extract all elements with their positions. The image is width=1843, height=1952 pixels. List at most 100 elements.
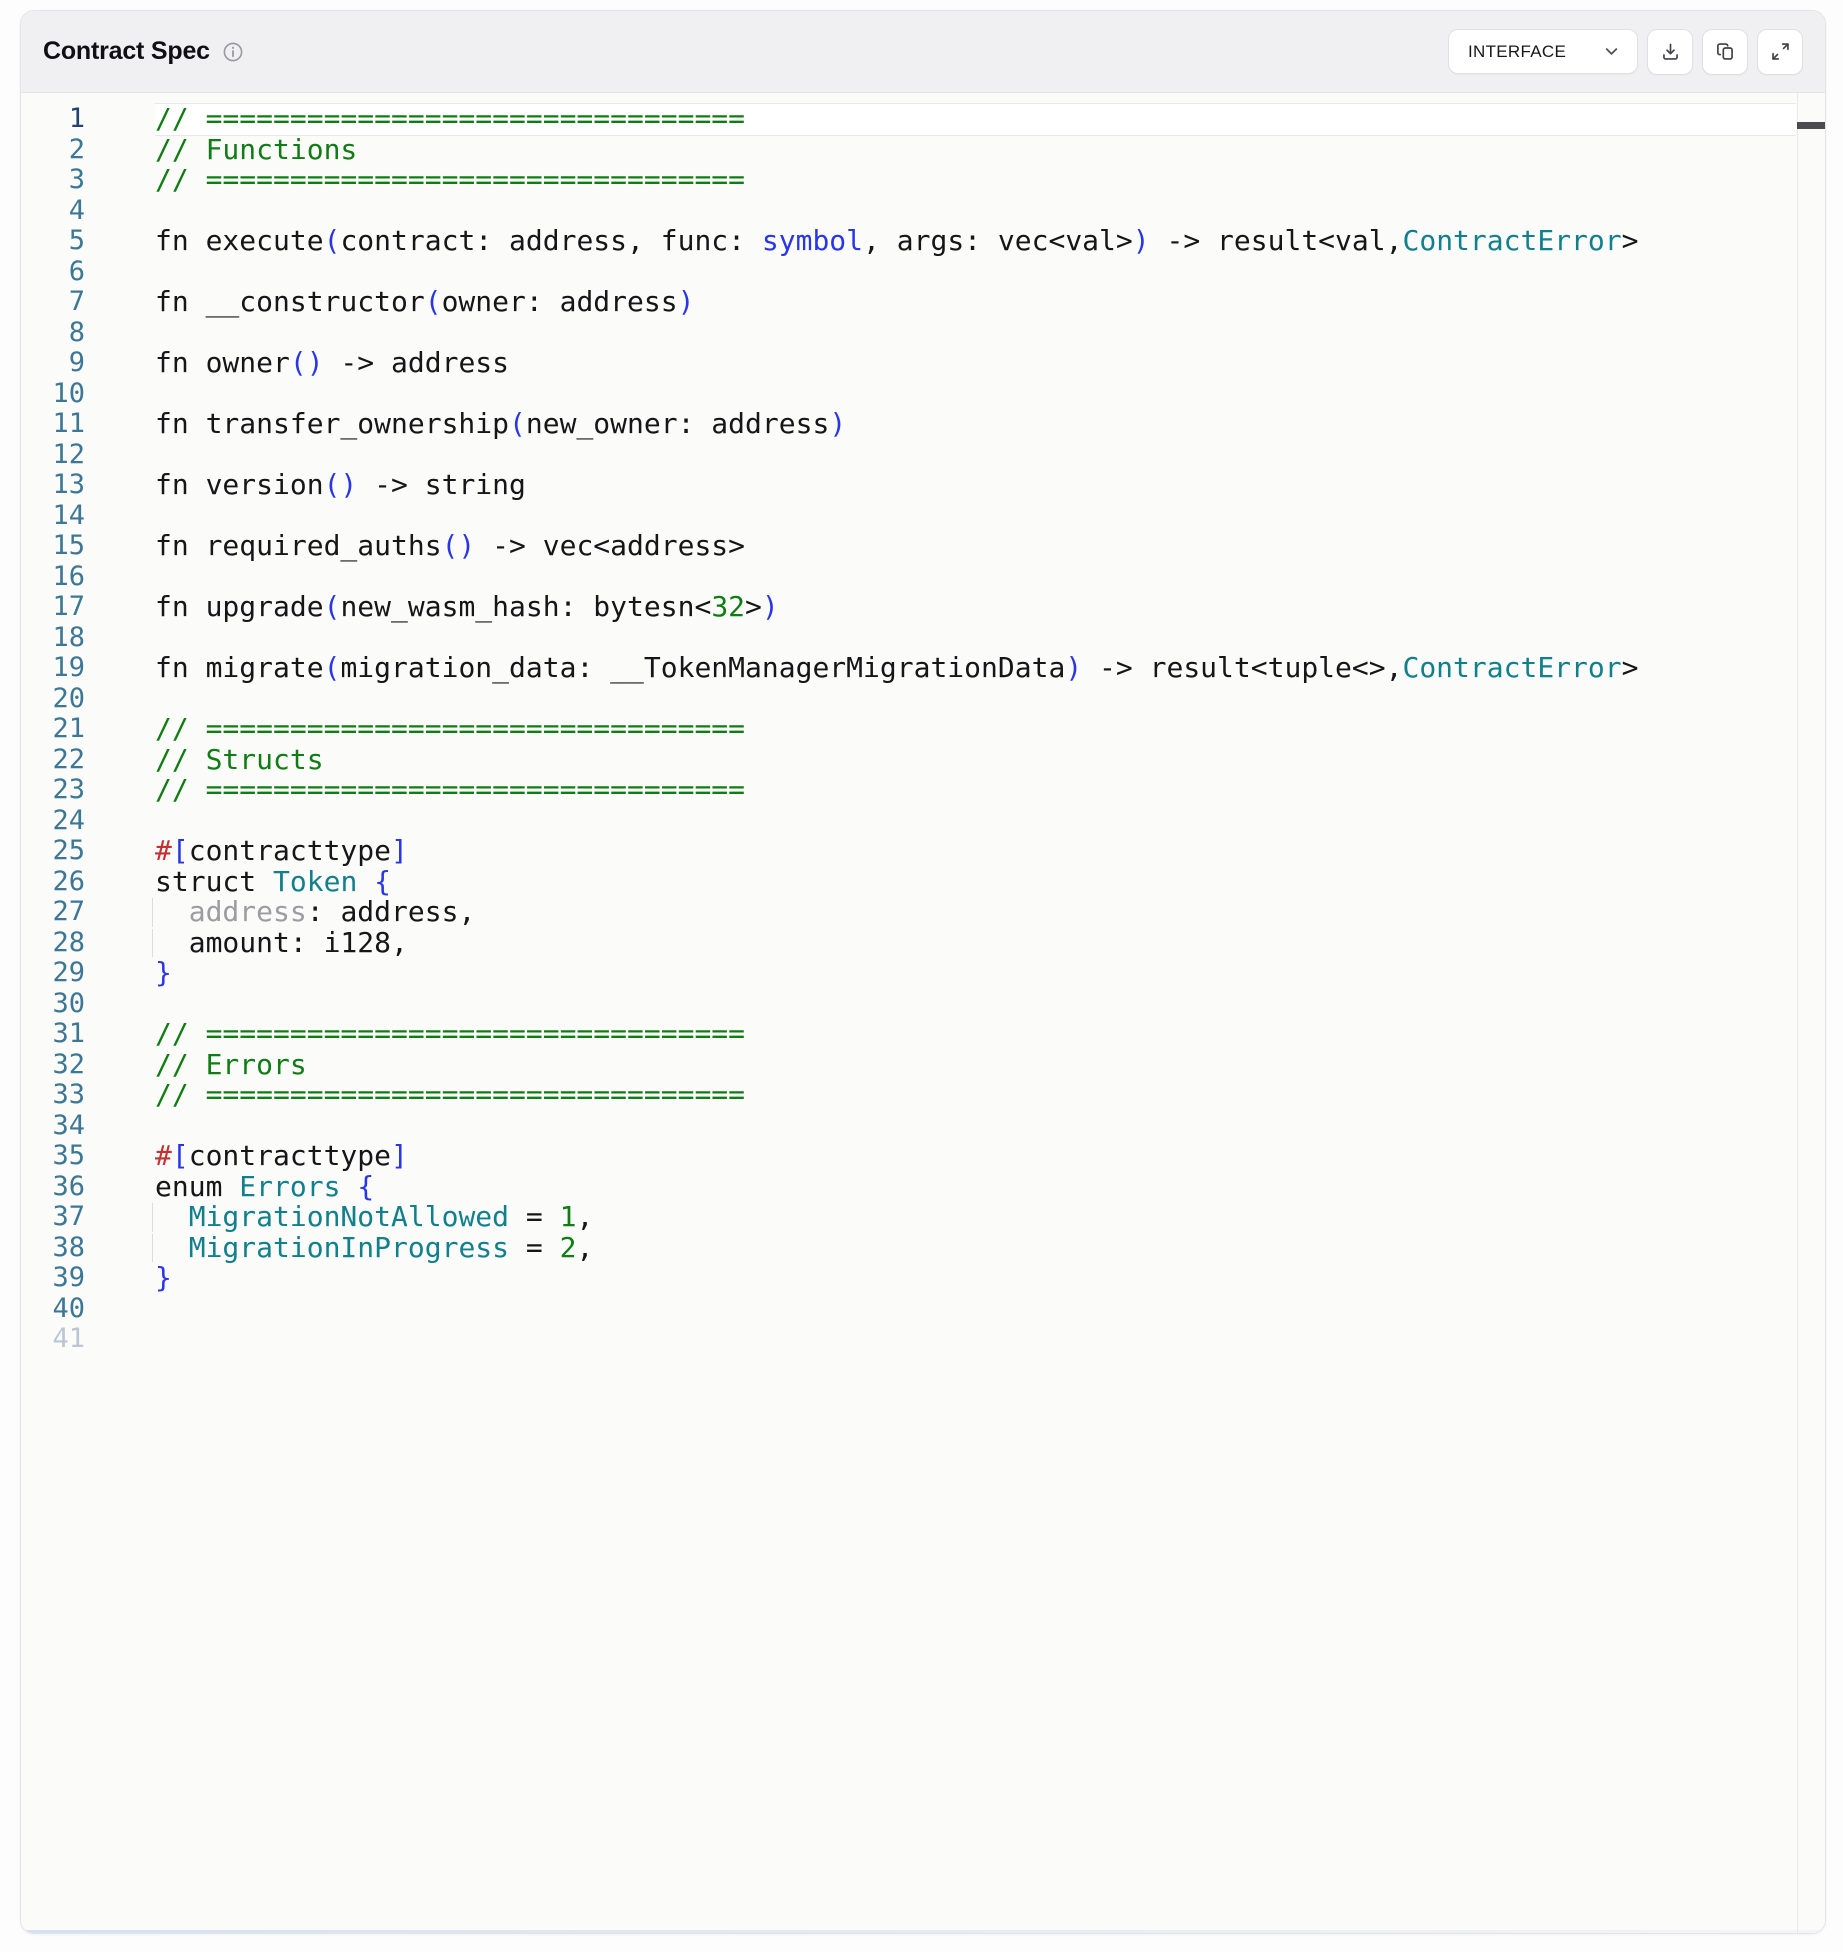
line-number: 32 [21, 1050, 85, 1081]
line-number: 16 [21, 562, 85, 593]
code-text: fn upgrade(new_wasm_hash: bytesn<32>) [155, 592, 1796, 623]
code-line[interactable]: 18 [21, 623, 1825, 654]
line-number: 31 [21, 1019, 85, 1050]
dropdown-selected-value: INTERFACE [1468, 42, 1566, 62]
line-number: 14 [21, 501, 85, 532]
line-number: 13 [21, 470, 85, 501]
spec-view-dropdown[interactable]: INTERFACE [1448, 29, 1638, 74]
download-icon [1660, 41, 1681, 62]
code-line[interactable]: 10 [21, 379, 1825, 410]
panel-header: Contract Spec INTERFACE [21, 11, 1825, 93]
code-text [155, 684, 1796, 715]
line-number: 6 [21, 257, 85, 288]
code-line[interactable]: 37 MigrationNotAllowed = 1, [21, 1202, 1825, 1233]
code-line[interactable]: 11fn transfer_ownership(new_owner: addre… [21, 409, 1825, 440]
code-line[interactable]: 21// ================================ [21, 714, 1825, 745]
code-line[interactable]: 32 // Errors [21, 1050, 1825, 1081]
line-number: 12 [21, 440, 85, 471]
indent-guide [152, 929, 153, 958]
code-line[interactable]: 29} [21, 958, 1825, 989]
code-line[interactable]: 8 [21, 318, 1825, 349]
code-text [155, 318, 1796, 349]
code-text: MigrationNotAllowed = 1, [155, 1202, 1796, 1233]
code-text: fn __constructor(owner: address) [155, 287, 1796, 318]
line-number: 40 [21, 1294, 85, 1325]
code-line[interactable]: 40 [21, 1294, 1825, 1325]
line-number: 34 [21, 1111, 85, 1142]
copy-button[interactable] [1702, 29, 1748, 75]
code-line[interactable]: 6 [21, 257, 1825, 288]
panel-title: Contract Spec [43, 37, 210, 66]
line-number: 22 [21, 745, 85, 776]
line-number: 18 [21, 623, 85, 654]
fullscreen-button[interactable] [1757, 29, 1803, 75]
code-line[interactable]: 41 [21, 1324, 1825, 1355]
code-line[interactable]: 23// ================================ [21, 775, 1825, 806]
code-line[interactable]: 30 [21, 989, 1825, 1020]
header-controls: INTERFACE [1448, 29, 1803, 75]
code-line[interactable]: 24 [21, 806, 1825, 837]
code-line[interactable]: 12 [21, 440, 1825, 471]
code-text [155, 379, 1796, 410]
code-text [155, 806, 1796, 837]
code-line[interactable]: 33// ================================ [21, 1080, 1825, 1111]
code-text: #[contracttype] [155, 836, 1796, 867]
line-number: 20 [21, 684, 85, 715]
code-line[interactable]: 39} [21, 1263, 1825, 1294]
code-line[interactable]: 15fn required_auths() -> vec<address> [21, 531, 1825, 562]
code-text: // Errors [155, 1050, 1796, 1081]
code-line[interactable]: 38 MigrationInProgress = 2, [21, 1233, 1825, 1264]
info-icon[interactable] [222, 41, 244, 63]
code-line[interactable]: 28 amount: i128, [21, 928, 1825, 959]
code-line[interactable]: 36enum Errors { [21, 1172, 1825, 1203]
code-line[interactable]: 13fn version() -> string [21, 470, 1825, 501]
line-number: 33 [21, 1080, 85, 1111]
code-line[interactable]: 14 [21, 501, 1825, 532]
scrollbar-thumb[interactable] [1797, 122, 1825, 129]
line-number: 38 [21, 1233, 85, 1264]
code-text [155, 196, 1796, 227]
code-line[interactable]: 9fn owner() -> address [21, 348, 1825, 379]
code-text: MigrationInProgress = 2, [155, 1233, 1796, 1264]
line-number: 35 [21, 1141, 85, 1172]
code-line[interactable]: 22 // Structs [21, 745, 1825, 776]
code-text: amount: i128, [155, 928, 1796, 959]
line-number: 1 [21, 104, 85, 135]
expand-icon [1770, 41, 1791, 62]
code-line[interactable]: 1// ================================ [21, 104, 1825, 135]
code-line[interactable]: 16 [21, 562, 1825, 593]
line-number: 19 [21, 653, 85, 684]
code-line[interactable]: 17fn upgrade(new_wasm_hash: bytesn<32>) [21, 592, 1825, 623]
code-line[interactable]: 7fn __constructor(owner: address) [21, 287, 1825, 318]
code-line[interactable]: 34 [21, 1111, 1825, 1142]
download-button[interactable] [1647, 29, 1693, 75]
code-line[interactable]: 3 // ================================ [21, 165, 1825, 196]
chevron-down-icon [1602, 42, 1621, 61]
code-text: // ================================ [155, 165, 1796, 196]
code-text: enum Errors { [155, 1172, 1796, 1203]
code-editor[interactable]: 1// ================================2// … [21, 93, 1825, 1933]
code-line[interactable]: 4 [21, 196, 1825, 227]
code-line[interactable]: 2// Functions [21, 135, 1825, 166]
code-text [155, 501, 1796, 532]
code-line[interactable]: 27 address: address, [21, 897, 1825, 928]
code-line[interactable]: 19fn migrate(migration_data: __TokenMana… [21, 653, 1825, 684]
line-number: 21 [21, 714, 85, 745]
code-line[interactable]: 5fn execute(contract: address, func: sym… [21, 226, 1825, 257]
code-line[interactable]: 20 [21, 684, 1825, 715]
line-number: 8 [21, 318, 85, 349]
scrollbar-track [1797, 93, 1825, 1933]
indent-guide [152, 1203, 153, 1232]
code-text: } [155, 1263, 1796, 1294]
code-text: fn transfer_ownership(new_owner: address… [155, 409, 1796, 440]
code-line[interactable]: 35#[contracttype] [21, 1141, 1825, 1172]
code-line[interactable]: 31// ================================ [21, 1019, 1825, 1050]
code-text [155, 989, 1796, 1020]
code-line[interactable]: 26struct Token { [21, 867, 1825, 898]
code-line[interactable]: 25#[contracttype] [21, 836, 1825, 867]
line-number: 41 [21, 1324, 85, 1355]
line-number: 3 [21, 165, 85, 196]
code-text: // ================================ [155, 775, 1796, 806]
code-text: // Structs [155, 745, 1796, 776]
code-text: // Functions [155, 135, 1796, 166]
